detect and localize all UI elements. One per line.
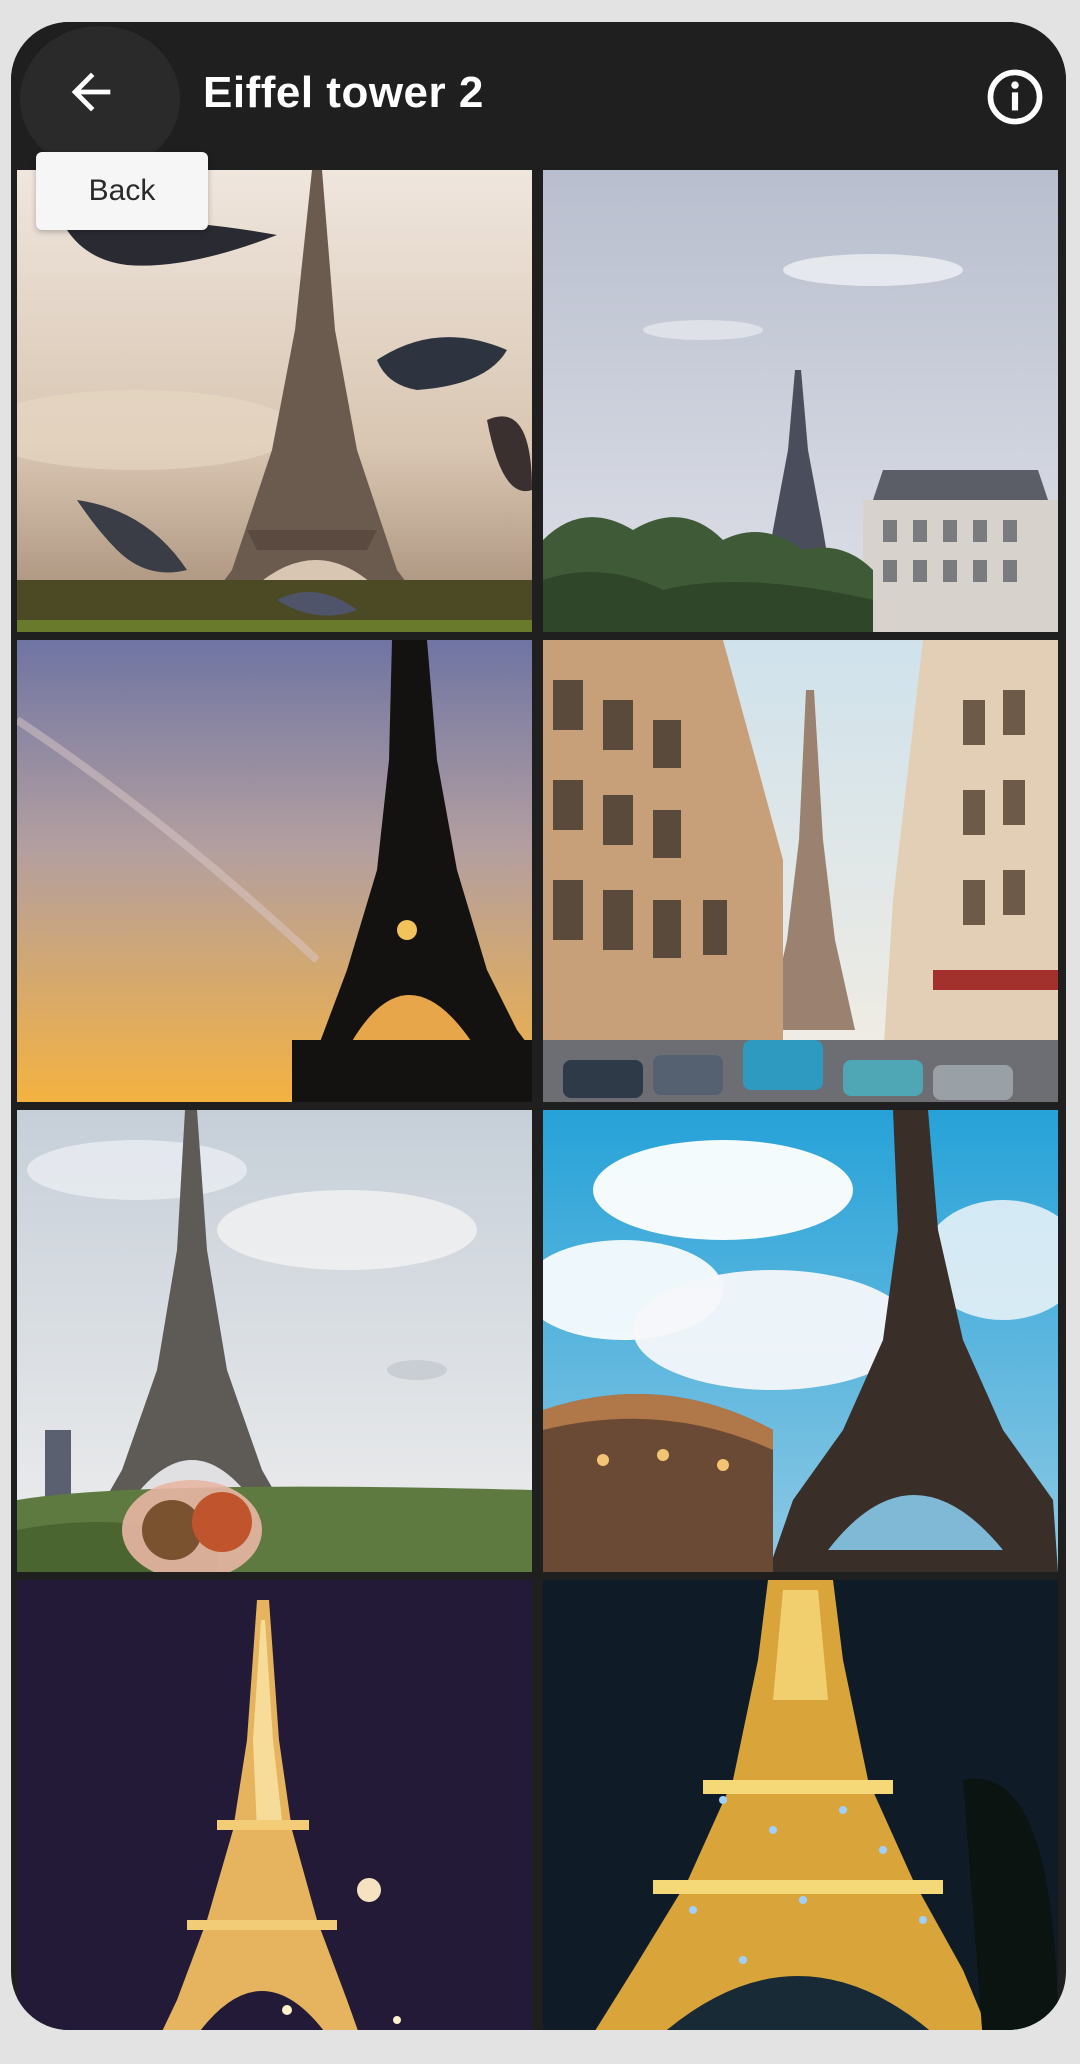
photo-tile[interactable] (17, 170, 532, 632)
photo-tile[interactable] (543, 170, 1058, 632)
album-title: Eiffel tower 2 (203, 68, 484, 117)
back-button[interactable] (20, 26, 180, 172)
back-tooltip: Back (36, 152, 208, 230)
app-window: Eiffel tower 2 Back (11, 22, 1066, 2030)
eiffel-photo-bluesky (543, 1110, 1058, 1572)
info-button[interactable] (984, 66, 1046, 128)
eiffel-photo-sunset (17, 640, 532, 1102)
eiffel-photo-distant (543, 170, 1058, 632)
info-icon (987, 69, 1043, 125)
photo-tile[interactable] (543, 1580, 1058, 2030)
top-app-bar: Eiffel tower 2 (11, 22, 1066, 172)
arrow-back-icon (71, 72, 111, 112)
photo-tile[interactable] (543, 640, 1058, 1102)
eiffel-photo-night-navy (543, 1580, 1058, 2030)
eiffel-photo-night-purple (17, 1580, 532, 2030)
eiffel-photo-street (543, 640, 1058, 1102)
photo-tile[interactable] (17, 1110, 532, 1572)
photo-tile[interactable] (543, 1110, 1058, 1572)
eiffel-photo-pigeons (17, 170, 532, 632)
photo-tile[interactable] (17, 1580, 532, 2030)
photo-tile[interactable] (17, 640, 532, 1102)
eiffel-photo-cloudy (17, 1110, 532, 1572)
photo-grid (17, 170, 1060, 2030)
